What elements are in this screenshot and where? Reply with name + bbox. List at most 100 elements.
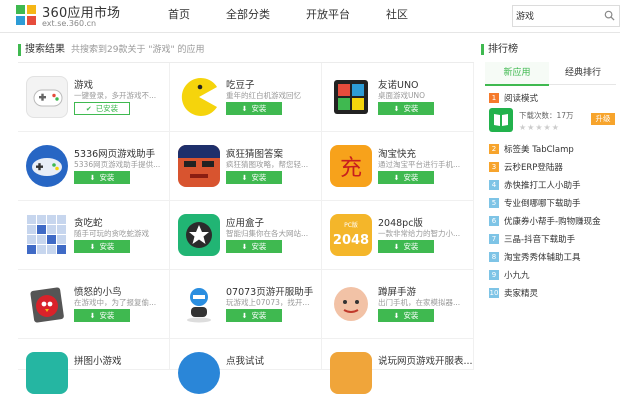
install-button[interactable]: ⬇ 安装 <box>74 171 130 184</box>
rank-item[interactable]: 7 三晶-抖音下载助手 <box>489 233 575 245</box>
app-desc: 一款非常给力的智力小... <box>378 229 461 238</box>
app-name[interactable]: 拼图小游戏 <box>74 353 122 367</box>
app-name[interactable]: 淘宝快充 <box>378 146 416 160</box>
app-name[interactable]: 说玩网页游戏开服表... <box>378 353 473 367</box>
rank-item[interactable]: 9 小九九 <box>489 269 530 281</box>
rank-number: 9 <box>489 270 499 280</box>
book-icon <box>489 108 513 132</box>
nav-home[interactable]: 首页 <box>168 0 190 32</box>
app-name[interactable]: 蹲屏手游 <box>378 284 416 298</box>
snake-grid-icon <box>26 214 68 256</box>
app-card[interactable]: 充 淘宝快充 通过淘宝平台进行手机... ⬇ 安装 <box>322 132 474 201</box>
ranking-tabs: 新应用 经典排行 <box>485 62 616 86</box>
app-card[interactable]: 愤怒的小鸟 在游戏中，为了报复偷... ⬇ 安装 <box>18 270 170 339</box>
app-card[interactable]: 贪吃蛇 随手可玩的贪吃蛇游戏 ⬇ 安装 <box>18 201 170 270</box>
svg-text:2048: 2048 <box>333 233 369 248</box>
install-button[interactable]: ⬇ 安装 <box>378 102 434 115</box>
app-grid: 游戏 一键登录，多开游戏不... ✔ 已安装 吃豆子 重年的红白机游戏回忆 ⬇ 安装… <box>18 62 474 394</box>
download-icon: ⬇ <box>393 312 400 320</box>
install-button[interactable]: ⬇ 安装 <box>226 171 282 184</box>
app-card[interactable]: 疯狂猜图答案 疯狂猜图攻略，帮您轻... ⬇ 安装 <box>170 132 322 201</box>
rank-item-label: 优康券小帮手-购物赚现金 <box>504 217 601 227</box>
rank-item[interactable]: 3 云秒ERP登陆器 <box>489 161 563 173</box>
app-desc: 一键登录，多开游戏不... <box>74 91 157 100</box>
upgrade-button[interactable]: 升级 <box>591 113 615 125</box>
app-card[interactable]: PC版 2048 2048pc版 一款非常给力的智力小... ⬇ 安装 <box>322 201 474 270</box>
app-desc: 玩游戏上07073，找开... <box>226 298 310 307</box>
rank-item[interactable]: 6 优康券小帮手-购物赚现金 <box>489 215 601 227</box>
install-button[interactable]: ⬇ 安装 <box>74 240 130 253</box>
app-name[interactable]: 点我试试 <box>226 353 264 367</box>
download-icon: ⬇ <box>241 243 248 251</box>
install-button[interactable]: ⬇ 安装 <box>226 309 282 322</box>
app-desc: 通过淘宝平台进行手机... <box>378 160 461 169</box>
app-card[interactable]: 说玩网页游戏开服表... <box>322 339 474 394</box>
rank-number: 8 <box>489 252 499 262</box>
app-name[interactable]: 愤怒的小鸟 <box>74 284 122 298</box>
install-button[interactable]: ⬇ 安装 <box>378 309 434 322</box>
app-desc: 出门手机，在家模拟器... <box>378 298 461 307</box>
tab-classic-ranking[interactable]: 经典排行 <box>551 62 615 84</box>
install-button[interactable]: ⬇ 安装 <box>226 102 282 115</box>
app-desc: 在游戏中，为了报复偷... <box>74 298 157 307</box>
app-card[interactable]: 吃豆子 重年的红白机游戏回忆 ⬇ 安装 <box>170 63 322 132</box>
featured-app[interactable]: 下载次数：17万 ★★★★★ 升级 <box>489 108 615 138</box>
rank-item[interactable]: 2 标签美 TabClamp <box>489 143 574 155</box>
app-card[interactable]: 游戏 一键登录，多开游戏不... ✔ 已安装 <box>18 63 170 132</box>
download-icon: ⬇ <box>241 174 248 182</box>
app-name[interactable]: 07073页游开服助手 <box>226 284 313 298</box>
mascot-icon <box>178 283 220 325</box>
app-name[interactable]: 友诺UNO <box>378 77 419 91</box>
installed-button[interactable]: ✔ 已安装 <box>74 102 130 115</box>
install-button[interactable]: ⬇ 安装 <box>226 240 282 253</box>
download-icon: ⬇ <box>393 174 400 182</box>
app-name[interactable]: 5336网页游戏助手 <box>74 146 155 160</box>
rank-item-label: 三晶-抖音下载助手 <box>504 235 576 245</box>
rank-item-label: 专业倒哪哪下载助手 <box>504 199 581 209</box>
search-input[interactable] <box>516 8 596 22</box>
search-icon[interactable] <box>604 10 615 21</box>
rank-number: 7 <box>489 234 499 244</box>
app-card[interactable]: 应用盒子 智能归集你在各大网站... ⬇ 安装 <box>170 201 322 270</box>
logo[interactable]: 360应用市场 ext.se.360.cn <box>16 2 126 30</box>
app-desc: 疯狂猜图攻略，帮您轻... <box>226 160 309 169</box>
rank-number: 5 <box>489 198 499 208</box>
app-card[interactable]: 5336网页游戏助手 5336网页游戏助手提供... ⬇ 安装 <box>18 132 170 201</box>
logo-subtitle: ext.se.360.cn <box>42 19 97 28</box>
app-card[interactable]: 蹲屏手游 出门手机，在家模拟器... ⬇ 安装 <box>322 270 474 339</box>
app-card[interactable]: 07073页游开服助手 玩游戏上07073，找开... ⬇ 安装 <box>170 270 322 339</box>
rank-item-label: 云秒ERP登陆器 <box>504 163 563 173</box>
results-title: 搜索结果 共搜索到29款关于 "游戏" 的应用 <box>18 44 204 56</box>
download-icon: ⬇ <box>241 312 248 320</box>
app-card[interactable]: 点我试试 <box>170 339 322 394</box>
install-button[interactable]: ⬇ 安装 <box>74 309 130 322</box>
rank-item[interactable]: 5 专业倒哪哪下载助手 <box>489 197 581 209</box>
game-controller-icon <box>26 145 68 187</box>
ranking-title: 排行榜 <box>481 44 518 55</box>
results-title-text: 搜索结果 <box>25 44 65 55</box>
install-button[interactable]: ⬇ 安装 <box>378 240 434 253</box>
pacman-icon <box>178 76 220 118</box>
app-name[interactable]: 贪吃蛇 <box>74 215 103 229</box>
app-name[interactable]: 疯狂猜图答案 <box>226 146 283 160</box>
app-name[interactable]: 2048pc版 <box>378 215 423 229</box>
rank-item[interactable]: 1 阅读模式 <box>489 92 538 104</box>
nav-open-platform[interactable]: 开放平台 <box>306 0 350 32</box>
rank-item[interactable]: 4 赤快推打工人小助手 <box>489 179 581 191</box>
app-name[interactable]: 应用盒子 <box>226 215 264 229</box>
download-count: 下载次数：17万 <box>519 111 574 120</box>
app-name[interactable]: 吃豆子 <box>226 77 255 91</box>
install-button[interactable]: ⬇ 安装 <box>378 171 434 184</box>
recharge-icon: 充 <box>330 145 372 187</box>
app-card[interactable]: 拼图小游戏 <box>18 339 170 394</box>
rank-number: 6 <box>489 216 499 226</box>
rank-item[interactable]: 10 卖家精灵 <box>489 287 538 299</box>
nav-all-categories[interactable]: 全部分类 <box>226 0 270 32</box>
app-card[interactable]: 友诺UNO 桌面游戏UNO ⬇ 安装 <box>322 63 474 132</box>
rank-item-label: 阅读模式 <box>504 94 539 104</box>
tab-new-apps[interactable]: 新应用 <box>485 62 549 86</box>
app-name[interactable]: 游戏 <box>74 77 93 91</box>
nav-community[interactable]: 社区 <box>386 0 408 32</box>
download-icon: ⬇ <box>89 243 96 251</box>
rank-item[interactable]: 8 淘宝秀秀体辅助工具 <box>489 251 581 263</box>
